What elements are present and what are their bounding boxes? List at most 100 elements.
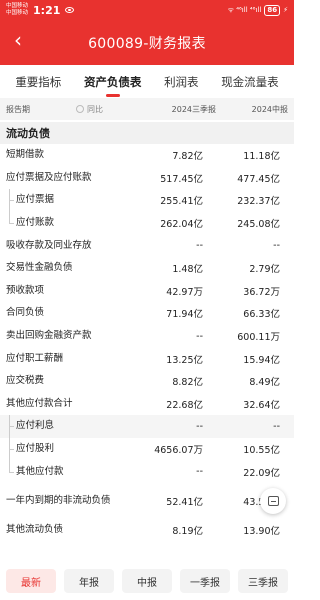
app-header: ‹ 600089-财务报表: [0, 20, 294, 65]
row-label: 应付账款: [16, 217, 55, 229]
table-row: 一年内到期的非流动负债52.41亿43.50亿: [0, 483, 294, 519]
row-label: 应付职工薪酬: [6, 352, 64, 364]
charging-icon: ⚡: [283, 6, 288, 14]
active-tab-indicator: [105, 94, 120, 97]
page-title: 600089-财务报表: [88, 35, 206, 52]
row-label: 应付票据: [16, 194, 55, 206]
carrier-2: 中国移动: [6, 10, 29, 16]
table-row: 应付票据 255.41亿 232.37亿: [0, 189, 294, 212]
tab-balance-sheet[interactable]: 资产负债表: [82, 74, 144, 97]
table-row: 应付股利 4656.07万 10.55亿: [0, 437, 294, 461]
row-label: 其他流动负债: [6, 524, 64, 536]
table-row: 应付职工薪酬 13.25亿 15.94亿: [0, 347, 294, 370]
row-value-h1: 232.37亿: [237, 196, 280, 208]
table-row: 合同负债 71.94亿 66.33亿: [0, 302, 294, 325]
back-arrow-icon[interactable]: ‹: [14, 30, 22, 50]
row-value-q3: 52.41亿: [166, 496, 203, 508]
tab-key-indicators[interactable]: 重要指标: [13, 74, 63, 90]
status-time: 1:21: [33, 3, 61, 17]
row-value-h1: 32.64亿: [243, 399, 280, 411]
table-row: 短期借款 7.82亿 11.18亿: [0, 144, 294, 167]
period-q1-button[interactable]: 一季报: [180, 569, 230, 593]
row-label: 一年内到期的非流动负债: [6, 494, 111, 506]
row-label: 吸收存款及同业存放: [6, 239, 92, 251]
report-tabs: 重要指标 资产负债表 利润表 现金流量表: [0, 65, 294, 98]
row-value-q3: --: [196, 330, 203, 342]
row-value-q3: 1.48亿: [172, 264, 203, 276]
table-row: 吸收存款及同业存放 -- --: [0, 234, 294, 257]
row-value-q3: 255.41亿: [160, 196, 203, 208]
row-label: 应付股利: [16, 443, 55, 455]
table-row: 应交税费 8.82亿 8.49亿: [0, 370, 294, 393]
row-value-q3: 8.19亿: [172, 526, 203, 538]
table-row: 应付账款 262.04亿 245.08亿: [0, 211, 294, 235]
table-row: 其他应付款 -- 22.09亿: [0, 460, 294, 483]
carrier-1: 中国移动: [6, 3, 29, 9]
row-value-q3: --: [196, 240, 203, 252]
row-label: 应付票据及应付账款: [6, 171, 92, 183]
status-bar: 中国移动 中国移动 1:21 ᯤ ⁴⁶ıll ⁴⁶ıll 86 ⚡: [0, 0, 294, 20]
row-value-h1: 600.11万: [237, 332, 280, 344]
table-row: 其他应付款合计 22.68亿 32.64亿: [0, 393, 294, 416]
row-value-q3: 4656.07万: [154, 445, 203, 457]
eye-icon: [65, 7, 75, 13]
float-window-button[interactable]: [260, 488, 286, 514]
period-q3-button[interactable]: 三季报: [238, 569, 288, 593]
carrier-labels: 中国移动 中国移动: [6, 3, 28, 17]
section-current-liabilities: 流动负债: [0, 122, 294, 144]
row-value-h1: 36.72万: [243, 286, 280, 298]
row-label: 卖出回购金融资产款: [6, 330, 92, 342]
tab-income-statement[interactable]: 利润表: [162, 74, 201, 90]
row-value-h1: 13.90亿: [243, 526, 280, 538]
period-latest-button[interactable]: 最新: [6, 569, 56, 593]
row-value-q3: 8.82亿: [172, 377, 203, 389]
table-row: 预收款项 42.97万 36.72万: [0, 280, 294, 303]
row-value-q3: 13.25亿: [166, 354, 203, 366]
row-value-h1: 22.09亿: [243, 467, 280, 479]
column-header: 报告期 同比 2024三季报 2024中报: [0, 98, 294, 120]
row-value-q3: 22.68亿: [166, 399, 203, 411]
table-row: 卖出回购金融资产款 -- 600.11万: [0, 325, 294, 348]
row-value-h1: 2.79亿: [249, 264, 280, 276]
period-annual-button[interactable]: 年报: [64, 569, 114, 593]
row-value-q3: 71.94亿: [166, 309, 203, 321]
row-value-h1: 477.45亿: [237, 173, 280, 185]
window-icon: [267, 496, 279, 506]
table-row: 其他流动负债 8.19亿 13.90亿: [0, 519, 294, 542]
battery-icon: 86: [264, 4, 281, 16]
row-value-q3: --: [196, 420, 203, 432]
row-label: 其他应付款: [16, 465, 64, 477]
row-label: 合同负债: [6, 307, 45, 319]
row-value-h1: 245.08亿: [237, 219, 280, 231]
signal-icon: ᯤ ⁴⁶ıll ⁴⁶ıll: [227, 5, 262, 14]
column-q3-header: 2024三季报: [171, 104, 216, 114]
row-label: 短期借款: [6, 149, 45, 161]
yoy-toggle[interactable]: 同比: [76, 104, 136, 115]
row-value-q3: --: [196, 466, 203, 478]
period-interim-button[interactable]: 中报: [122, 569, 172, 593]
table-row: 应付利息 -- --: [0, 415, 294, 438]
row-value-q3: 42.97万: [166, 286, 203, 298]
row-label: 应付利息: [16, 420, 55, 432]
row-value-h1: 10.55亿: [243, 445, 280, 457]
row-label: 交易性金融负债: [6, 262, 73, 274]
row-value-q3: 7.82亿: [172, 151, 203, 163]
column-h1-header: 2024中报: [251, 104, 288, 114]
row-value-h1: 66.33亿: [243, 309, 280, 321]
row-value-h1: --: [273, 420, 280, 432]
row-value-h1: 11.18亿: [243, 151, 280, 163]
row-value-q3: 517.45亿: [160, 173, 203, 185]
row-value-q3: 262.04亿: [160, 219, 203, 231]
table-row: 交易性金融负债 1.48亿 2.79亿: [0, 257, 294, 280]
table-row: 应付票据及应付账款 517.45亿 477.45亿: [0, 167, 294, 190]
period-header: 报告期: [6, 104, 30, 114]
liability-table: 短期借款 7.82亿 11.18亿 应付票据及应付账款 517.45亿 477.45亿 …: [0, 144, 294, 542]
row-label: 预收款项: [6, 284, 45, 296]
row-label: 应交税费: [6, 375, 45, 387]
tab-cash-flow[interactable]: 现金流量表: [219, 74, 281, 90]
row-value-h1: 8.49亿: [249, 377, 280, 389]
row-label: 其他应付款合计: [6, 397, 73, 409]
period-selector: 最新 年报 中报 一季报 三季报: [0, 562, 294, 600]
radio-icon[interactable]: [76, 105, 84, 113]
row-value-h1: --: [273, 240, 280, 252]
